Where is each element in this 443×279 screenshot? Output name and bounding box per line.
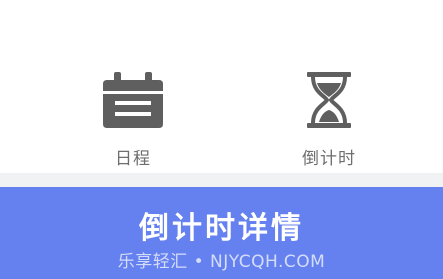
schedule-label: 日程 <box>115 149 151 169</box>
calendar-icon <box>103 72 163 128</box>
countdown-details-label: 倒计时详情 <box>139 211 304 246</box>
tool-panel: 日程 倒计时 <box>0 0 443 173</box>
schedule-button[interactable]: 日程 <box>83 70 183 170</box>
watermark-text: 乐享轻汇 • NJYCQH.COM <box>117 252 326 272</box>
hourglass-icon <box>307 72 351 128</box>
section-divider <box>0 173 443 187</box>
countdown-button[interactable]: 倒计时 <box>279 70 379 170</box>
countdown-label: 倒计时 <box>302 149 356 169</box>
countdown-details-button[interactable]: 倒计时详情 乐享轻汇 • NJYCQH.COM <box>0 187 443 279</box>
